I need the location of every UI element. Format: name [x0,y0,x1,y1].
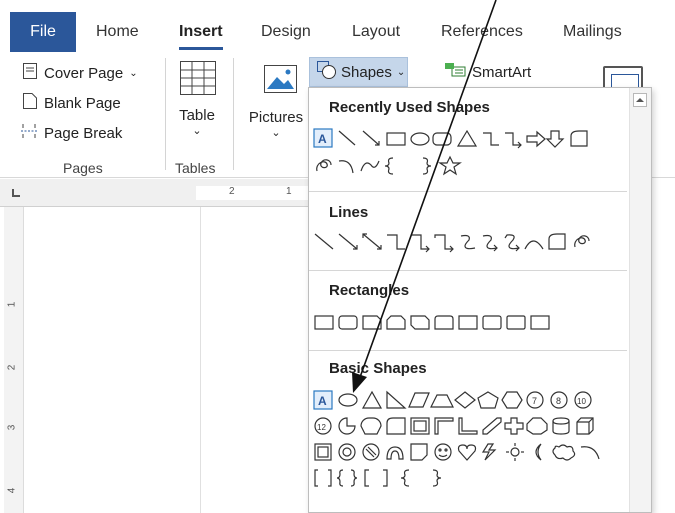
word-window: File Home Insert Design Layout Reference… [0,0,675,513]
annotation-arrow [352,0,497,393]
